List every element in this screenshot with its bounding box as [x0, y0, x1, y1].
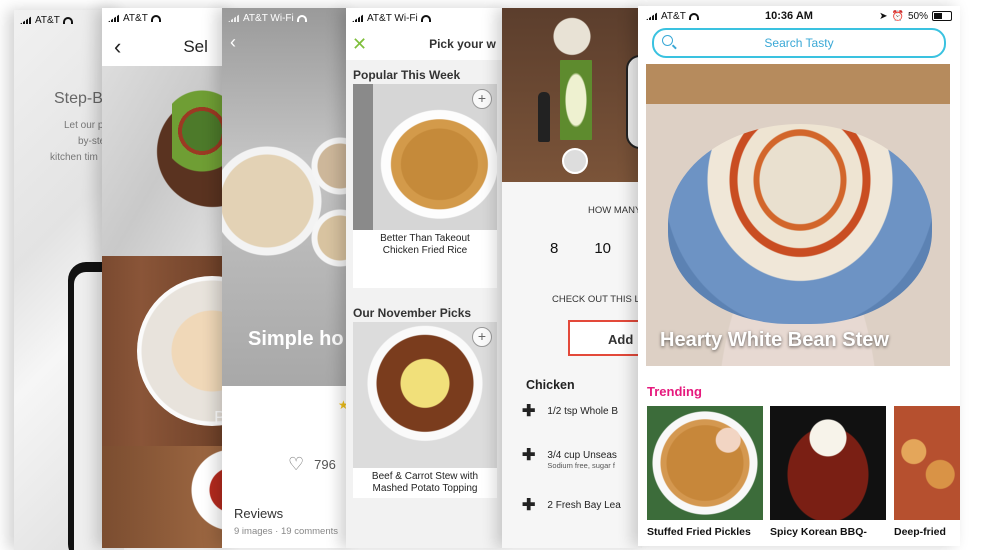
heart-icon[interactable]: ♡ — [288, 454, 304, 475]
battery-percent: 50% — [907, 10, 928, 22]
section-title: Popular This Week — [353, 68, 461, 82]
caption-line: Mashed Potato Topping — [372, 483, 478, 494]
recipe-card-image[interactable]: + — [353, 84, 497, 230]
location-icon: ➤ — [879, 10, 888, 22]
servings-option[interactable]: 10 — [594, 240, 611, 257]
caption-line: Better Than Takeout — [380, 233, 470, 244]
signal-icon — [20, 16, 32, 24]
search-input[interactable] — [654, 35, 944, 51]
servings-option[interactable]: 8 — [550, 240, 558, 257]
ingredients-hero-image — [502, 8, 642, 182]
recipe-image-sauce[interactable] — [102, 446, 232, 548]
status-bar: AT&T Wi-Fi — [222, 8, 352, 28]
trending-card-image[interactable] — [647, 406, 763, 520]
featured-recipe-title: Hearty White Bean Stew — [660, 329, 889, 351]
carrier-label: AT&T — [35, 14, 60, 26]
check-out-text: CHECK OUT THIS L — [552, 294, 640, 305]
ingredient-text: 1/2 tsp Whole B — [547, 406, 618, 417]
recipe-hero-image: AT&T Wi-Fi ‹ Simple ho — [222, 8, 352, 386]
signal-icon — [108, 14, 120, 22]
recipe-card[interactable]: + Better Than Takeout Chicken Fried Rice — [353, 84, 497, 288]
signal-icon — [352, 14, 364, 22]
reviews-meta: 9 images · 19 comments — [234, 526, 339, 537]
carrier-label: AT&T — [661, 10, 686, 22]
alarm-icon: ⏰ — [891, 10, 904, 22]
nav-bar: ✕ Pick your w — [346, 28, 506, 60]
battery-icon — [931, 11, 952, 21]
recipe-card[interactable]: + Beef & Carrot Stew with Mashed Potato … — [353, 322, 497, 498]
trending-card[interactable]: Deep-fried — [894, 406, 960, 538]
plus-icon[interactable]: ✚ — [522, 404, 535, 420]
nav-bar: ‹ Sel — [102, 28, 232, 66]
ingredient-row[interactable]: ✚ 2 Fresh Bay Lea — [522, 498, 621, 514]
caption-line: Beef & Carrot Stew with — [371, 471, 479, 482]
nav-title: Pick your w — [429, 37, 496, 51]
carrier-label: AT&T Wi-Fi — [243, 12, 294, 24]
status-bar: AT&T — [102, 8, 232, 28]
trending-card-image[interactable] — [770, 406, 886, 520]
status-bar: AT&T 10:36 AM ➤ ⏰ 50% — [638, 6, 960, 26]
ingredient-text: 2 Fresh Bay Lea — [547, 500, 621, 511]
recipe-image-chicken[interactable]: B — [102, 256, 232, 446]
wifi-icon — [296, 14, 307, 22]
trending-card[interactable]: Spicy Korean BBQ- — [770, 406, 886, 538]
ingredient-bowl — [222, 146, 322, 256]
phone-screen-pick-your: AT&T Wi-Fi ✕ Pick your w Popular This We… — [346, 8, 506, 548]
phone-screen-recipe-detail: AT&T Wi-Fi ‹ Simple ho ★ ♡ 796 Reviews 9… — [222, 8, 352, 548]
recipe-title: Simple ho — [248, 328, 344, 350]
ingredient-text: 3/4 cup Unseas — [547, 450, 617, 461]
nav-title: Sel — [183, 37, 208, 56]
search-icon — [662, 35, 673, 46]
bok-choy-illustration — [560, 60, 592, 140]
reviews-heading: Reviews — [234, 506, 284, 521]
wifi-icon — [688, 12, 699, 20]
servings-question: HOW MANY — [588, 205, 642, 216]
recipe-card-image[interactable]: + — [353, 322, 497, 468]
plus-icon[interactable]: ✚ — [522, 498, 535, 514]
wifi-icon — [420, 14, 431, 22]
search-bar[interactable] — [652, 28, 946, 58]
cup-illustration — [562, 148, 588, 174]
recipe-image-salad[interactable] — [102, 66, 232, 256]
trending-card-title: Deep-fried — [894, 526, 946, 538]
ingredient-group-title: Chicken — [526, 378, 575, 392]
plus-icon[interactable]: ✚ — [522, 448, 535, 464]
ingredient-note: Sodium free, sugar f — [547, 461, 615, 470]
recipe-card-caption: Better Than Takeout Chicken Fried Rice — [353, 230, 497, 260]
carrier-label: AT&T — [123, 12, 148, 24]
back-chevron-icon[interactable]: ‹ — [114, 36, 121, 58]
likes-row[interactable]: ♡ 796 — [288, 454, 336, 475]
caption-line: Chicken Fried Rice — [382, 245, 468, 256]
likes-count: 796 — [314, 457, 336, 472]
onboarding-heading: Step-B — [54, 90, 103, 107]
servings-options: 8 10 — [550, 240, 611, 257]
status-bar: AT&T Wi-Fi — [346, 8, 506, 28]
pepper-mill-illustration — [538, 92, 550, 142]
wifi-icon — [150, 14, 161, 22]
featured-recipe-card[interactable]: Hearty White Bean Stew — [646, 64, 950, 366]
phone-screen-tasty-home: AT&T 10:36 AM ➤ ⏰ 50% Hearty White Bean … — [638, 6, 960, 546]
back-chevron-icon[interactable]: ‹ — [230, 32, 236, 53]
signal-icon — [228, 14, 240, 22]
section-title: Our November Picks — [353, 306, 472, 320]
carrier-label: AT&T Wi-Fi — [367, 12, 418, 24]
recipe-card-caption: Beef & Carrot Stew with Mashed Potato To… — [353, 468, 497, 498]
phone-screen-select: AT&T ‹ Sel B — [102, 8, 232, 548]
phone-screen-servings: HOW MANY 8 10 CHECK OUT THIS L Add Chick… — [502, 8, 642, 548]
add-button[interactable]: Add — [568, 320, 642, 356]
add-icon[interactable]: + — [472, 89, 492, 109]
close-icon[interactable]: ✕ — [352, 34, 367, 55]
clock: 10:36 AM — [765, 10, 813, 22]
trending-card-title: Spicy Korean BBQ- — [770, 526, 867, 538]
trending-card-title: Stuffed Fried Pickles — [647, 526, 751, 538]
ingredient-row[interactable]: ✚ 1/2 tsp Whole B — [522, 404, 618, 420]
wifi-icon — [62, 16, 73, 24]
trending-card-image[interactable] — [894, 406, 960, 520]
signal-icon — [646, 12, 658, 20]
add-icon[interactable]: + — [472, 327, 492, 347]
trending-card[interactable]: Stuffed Fried Pickles — [647, 406, 763, 538]
trending-heading: Trending — [647, 384, 702, 399]
ingredient-row[interactable]: ✚ 3/4 cup Unseas Sodium free, sugar f — [522, 448, 617, 471]
stew-bowl-image — [668, 124, 932, 324]
